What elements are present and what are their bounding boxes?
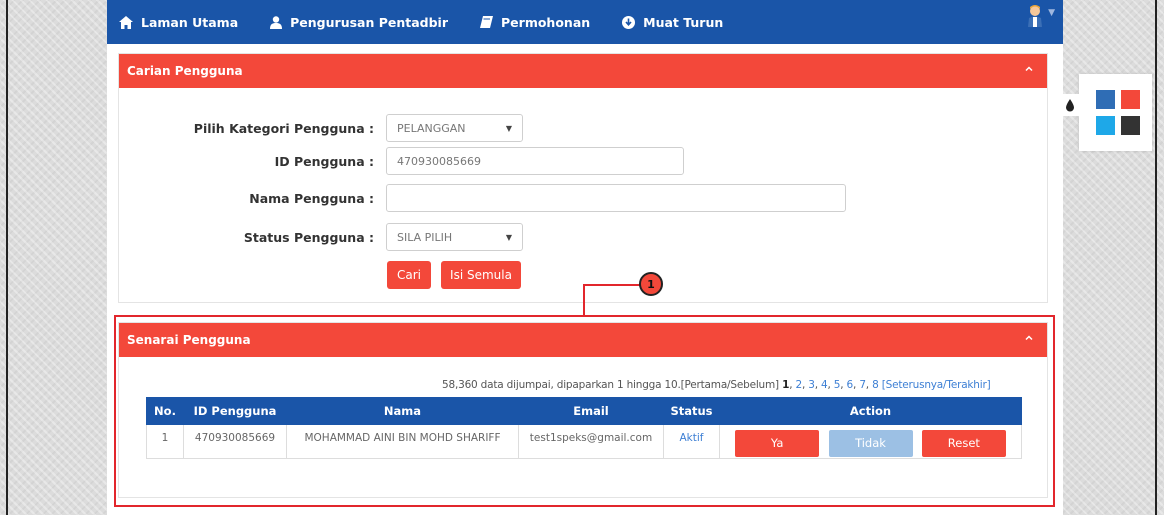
nav-label: Permohonan bbox=[501, 14, 591, 30]
cell-status: Aktif bbox=[663, 424, 720, 459]
page-link-4[interactable]: 4 bbox=[821, 379, 828, 391]
col-name: Nama bbox=[286, 397, 519, 425]
category-select[interactable]: PELANGGAN ▼ bbox=[386, 114, 523, 142]
nav-muat-turun[interactable]: Muat Turun bbox=[622, 15, 723, 30]
theme-swatch-dark[interactable] bbox=[1121, 116, 1140, 135]
chevron-down-icon: ▼ bbox=[1048, 8, 1055, 18]
search-button[interactable]: Cari bbox=[387, 261, 431, 289]
page-link-2[interactable]: 2 bbox=[795, 379, 802, 391]
theme-swatch-lightblue[interactable] bbox=[1096, 116, 1115, 135]
category-label: Pilih Kategori Pengguna : bbox=[193, 121, 374, 136]
annotation-callout-line bbox=[583, 284, 642, 316]
yes-button[interactable]: Ya bbox=[735, 430, 820, 457]
status-select[interactable]: SILA PILIH ▼ bbox=[386, 223, 523, 251]
dropdown-arrow-icon: ▼ bbox=[505, 124, 512, 133]
page-container: Laman Utama Pengurusan Pentadbir Permoho… bbox=[107, 0, 1063, 515]
panel-title: Senarai Pengguna bbox=[127, 333, 251, 347]
search-panel: Carian Pengguna Pilih Kategori Pengguna … bbox=[118, 53, 1048, 303]
cell-id: 470930085669 bbox=[183, 424, 287, 459]
home-icon bbox=[119, 15, 133, 29]
col-email: Email bbox=[518, 397, 664, 425]
col-no: No. bbox=[146, 397, 184, 425]
top-navbar: Laman Utama Pengurusan Pentadbir Permoho… bbox=[107, 0, 1063, 44]
panel-title: Carian Pengguna bbox=[127, 64, 243, 78]
col-action: Action bbox=[719, 397, 1022, 425]
color-drop-icon[interactable] bbox=[1059, 94, 1081, 116]
nav-label: Pengurusan Pentadbir bbox=[290, 14, 449, 30]
theme-switcher bbox=[1059, 74, 1152, 151]
page-link-8[interactable]: 8 bbox=[872, 379, 879, 391]
col-status: Status bbox=[663, 397, 720, 425]
col-id: ID Pengguna bbox=[183, 397, 287, 425]
nav-label: Laman Utama bbox=[141, 14, 239, 30]
chevron-up-icon[interactable] bbox=[1023, 332, 1035, 344]
table-header-row: No. ID Pengguna Nama Email Status Action bbox=[146, 397, 1022, 425]
status-label: Status Pengguna : bbox=[243, 230, 374, 245]
user-avatar-icon bbox=[1028, 5, 1043, 27]
id-input[interactable]: 470930085669 bbox=[386, 147, 684, 175]
category-selected-value: PELANGGAN bbox=[397, 121, 466, 135]
id-input-value: 470930085669 bbox=[397, 154, 481, 168]
nav-permohonan[interactable]: Permohonan bbox=[480, 15, 590, 30]
annotation-marker: 1 bbox=[639, 272, 663, 296]
download-circle-icon bbox=[622, 15, 636, 29]
reset-form-button[interactable]: Isi Semula bbox=[441, 261, 521, 289]
name-label: Nama Pengguna : bbox=[249, 191, 374, 206]
page-link-3[interactable]: 3 bbox=[808, 379, 815, 391]
pagination-info: 58,360 data dijumpai, dipaparkan 1 hingg… bbox=[442, 379, 991, 391]
page-link-7[interactable]: 7 bbox=[859, 379, 866, 391]
user-list-panel-header: Senarai Pengguna bbox=[119, 323, 1047, 357]
results-summary: 58,360 data dijumpai, dipaparkan 1 hingg… bbox=[442, 379, 681, 391]
page-link-6[interactable]: 6 bbox=[847, 379, 854, 391]
nav-label: Muat Turun bbox=[643, 14, 724, 30]
nav-laman-utama[interactable]: Laman Utama bbox=[119, 15, 238, 30]
cell-email: test1speks@gmail.com bbox=[518, 424, 664, 459]
id-label: ID Pengguna : bbox=[274, 154, 374, 169]
dropdown-arrow-icon: ▼ bbox=[505, 233, 512, 242]
cell-action: Ya Tidak Reset bbox=[719, 424, 1022, 459]
user-icon bbox=[270, 15, 283, 29]
table-row: 1 470930085669 MOHAMMAD AINI BIN MOHD SH… bbox=[146, 424, 1022, 459]
user-menu[interactable]: ▼ bbox=[1028, 5, 1055, 27]
theme-swatch-red[interactable] bbox=[1121, 90, 1140, 109]
chevron-up-icon[interactable] bbox=[1023, 63, 1035, 75]
search-panel-header: Carian Pengguna bbox=[119, 54, 1047, 88]
first-prev-link[interactable]: [Pertama/Sebelum] bbox=[681, 379, 780, 391]
user-table: No. ID Pengguna Nama Email Status Action… bbox=[146, 397, 1022, 459]
cell-name: MOHAMMAD AINI BIN MOHD SHARIFF bbox=[286, 424, 519, 459]
next-last-link[interactable]: [Seterusnya/Terakhir] bbox=[882, 379, 991, 391]
status-selected-value: SILA PILIH bbox=[397, 230, 453, 244]
book-icon bbox=[480, 16, 494, 28]
theme-swatch-blue[interactable] bbox=[1096, 90, 1115, 109]
current-page: 1 bbox=[782, 379, 790, 391]
page-link-5[interactable]: 5 bbox=[834, 379, 841, 391]
cell-no: 1 bbox=[146, 424, 184, 459]
nav-pengurusan-pentadbir[interactable]: Pengurusan Pentadbir bbox=[270, 15, 448, 30]
name-input[interactable] bbox=[386, 184, 846, 212]
no-button[interactable]: Tidak bbox=[828, 430, 913, 457]
reset-button[interactable]: Reset bbox=[921, 430, 1006, 457]
